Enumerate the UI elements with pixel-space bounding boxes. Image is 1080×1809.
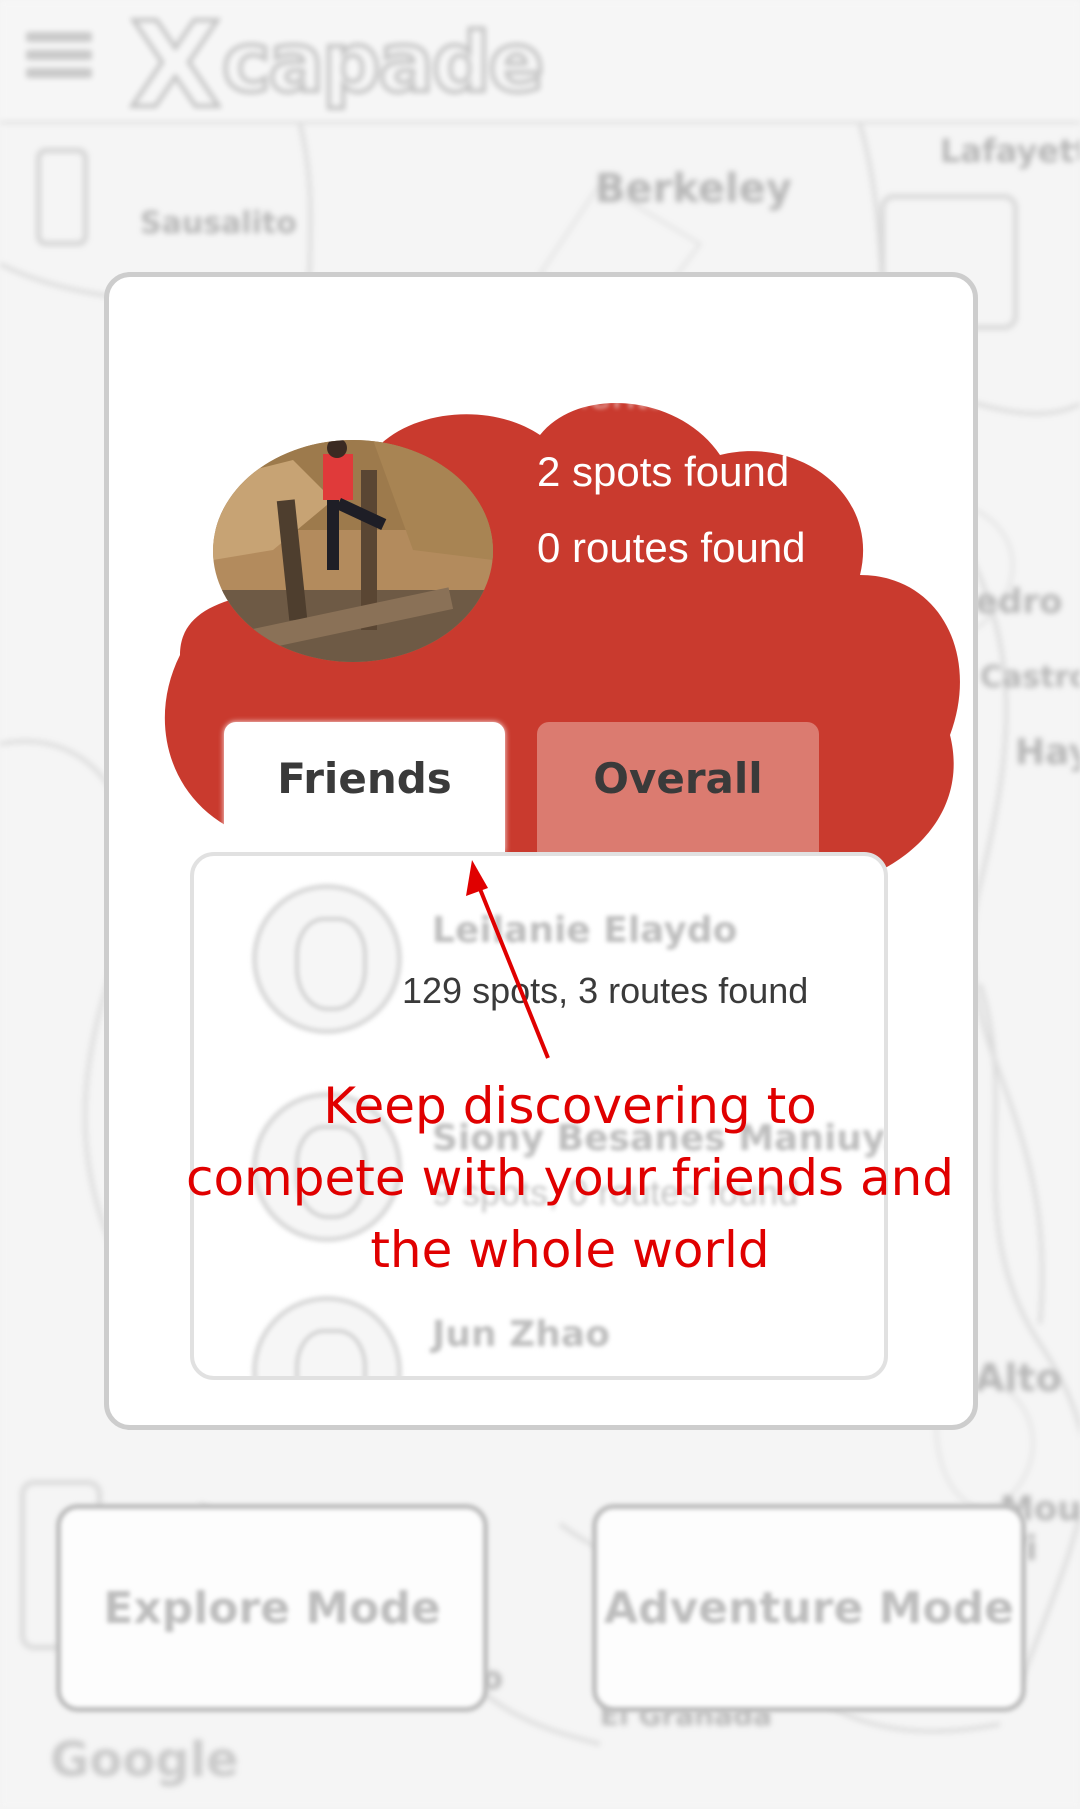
tutorial-tip: Keep discovering to compete with your fr… <box>160 1070 980 1286</box>
friend-name: Leilanie Elaydo <box>432 910 738 951</box>
avatar <box>252 884 402 1034</box>
google-logo: Google <box>50 1732 239 1788</box>
tip-line-3: the whole world <box>370 1221 770 1279</box>
friend-stats: 129 spots, 3 routes found <box>402 970 809 1011</box>
adventure-mode-button[interactable]: Adventure Mode <box>592 1504 1026 1712</box>
app-logo: X capade <box>128 0 550 136</box>
logo-mark: X <box>128 0 223 136</box>
menu-icon[interactable] <box>26 32 92 86</box>
map-label-hay: Hay <box>1015 732 1080 773</box>
leaderboard-row[interactable]: Leilanie Elaydo 129 spots, 3 routes foun… <box>194 872 884 1042</box>
tab-overall[interactable]: Overall <box>537 722 819 852</box>
avatar <box>252 1296 402 1376</box>
profile-spots-found: 2 spots found <box>537 448 790 495</box>
person-icon[interactable] <box>36 148 88 246</box>
avatar-photo <box>213 440 493 662</box>
map-label-lafayette: Lafayette <box>940 132 1080 170</box>
map-label-sausalito: Sausalito <box>140 206 297 241</box>
map-label-pedro: edro <box>975 582 1063 622</box>
map-label-berkeley: Berkeley <box>595 166 792 212</box>
top-bar: X capade <box>0 0 1080 136</box>
profile-name: Chentao Wang <box>535 370 814 417</box>
profile-routes-found: 0 routes found <box>537 524 806 571</box>
explore-mode-button[interactable]: Explore Mode <box>56 1504 488 1712</box>
tip-line-2: compete with your friends and <box>185 1149 955 1207</box>
map-label-alto: Alto <box>975 1356 1062 1400</box>
tab-friends[interactable]: Friends <box>224 722 505 852</box>
leaderboard-row[interactable]: Jun Zhao <box>194 1296 884 1376</box>
tip-line-1: Keep discovering to <box>323 1077 817 1135</box>
profile-avatar[interactable] <box>213 440 493 662</box>
friend-name: Jun Zhao <box>432 1314 610 1355</box>
logo-text: capade <box>220 14 546 113</box>
map-label-castro: Castro <box>980 660 1080 695</box>
